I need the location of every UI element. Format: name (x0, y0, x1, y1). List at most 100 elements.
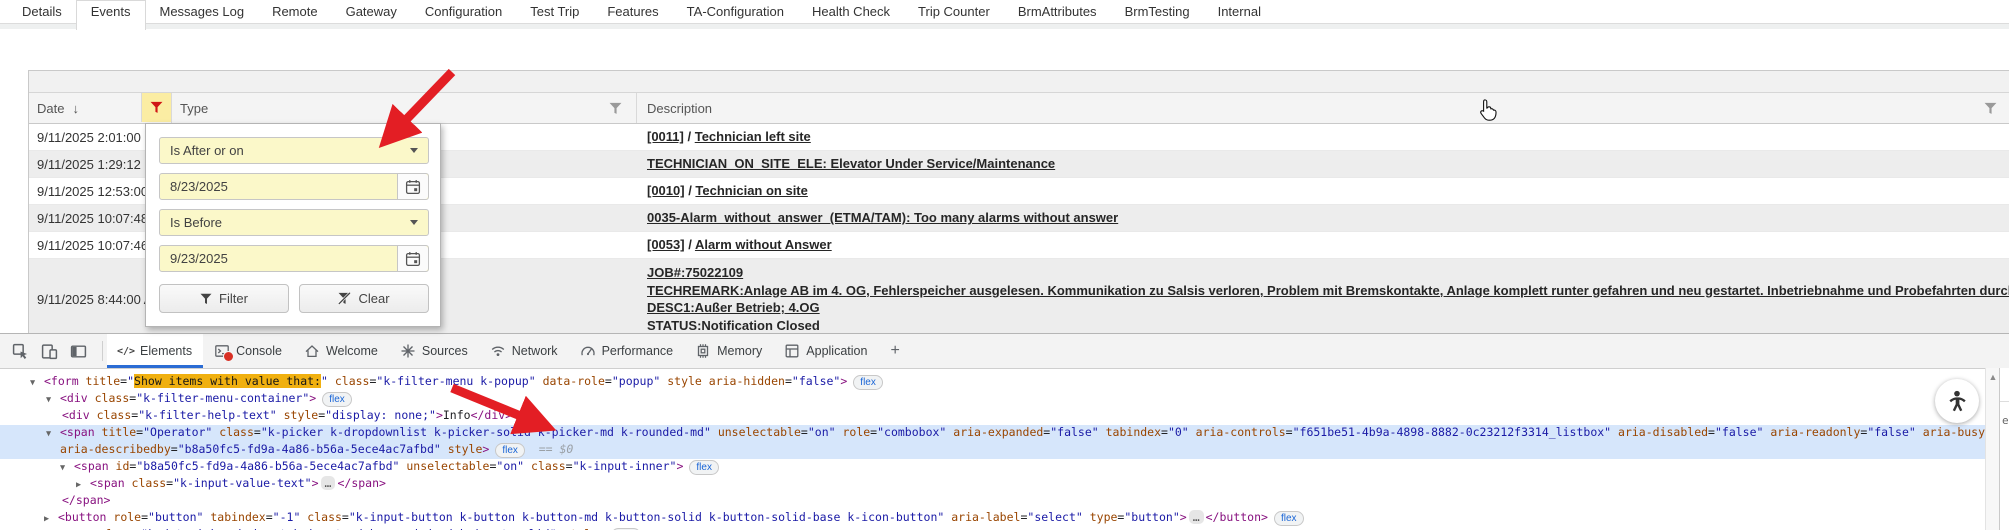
accessibility-overlay-button[interactable] (1935, 379, 1979, 423)
code-token: = (1161, 425, 1168, 439)
code-token: aria-disabled (1611, 425, 1708, 439)
code-token: = (785, 374, 792, 388)
code-token: Show items with value that: (134, 374, 321, 388)
flex-badge[interactable]: flex (322, 392, 352, 407)
devtools-tab-performance[interactable]: Performance (569, 334, 685, 368)
expand-arrow-icon[interactable]: ▼ (46, 395, 60, 405)
column-header-description[interactable]: Description (637, 93, 2009, 123)
description-link[interactable]: TECHREMARK:Anlage AB im 4. OG, Fehlerspe… (647, 283, 2009, 298)
code-token: > (312, 476, 319, 490)
devtools-tab-memory[interactable]: Memory (684, 334, 773, 368)
description-link[interactable]: TECHNICIAN ON SITE ELE: Elevator Under S… (647, 156, 1055, 171)
tab-configuration[interactable]: Configuration (411, 0, 516, 23)
date-filter-button[interactable] (141, 93, 171, 122)
code-token: aria-describedby (60, 442, 171, 456)
devtools-tab-application[interactable]: Application (773, 334, 878, 368)
tab-test-trip[interactable]: Test Trip (516, 0, 593, 23)
code-line[interactable]: </span> (0, 493, 1986, 510)
devtools-scrollbar[interactable]: ▲ (1985, 368, 2000, 530)
expand-arrow-icon[interactable]: ▶ (76, 480, 90, 490)
tab-remote[interactable]: Remote (258, 0, 332, 23)
type-column-label: Type (180, 101, 208, 116)
scroll-up-icon[interactable]: ▲ (1989, 372, 1998, 530)
dock-side-icon[interactable] (68, 341, 88, 361)
tab-messages-log[interactable]: Messages Log (146, 0, 259, 23)
description-line: [0053] / Alarm without Answer (647, 236, 2009, 254)
flex-badge[interactable]: flex (1274, 511, 1304, 526)
code-token: class (300, 510, 342, 524)
tab-health-check[interactable]: Health Check (798, 0, 904, 23)
calendar-icon (405, 179, 421, 195)
calendar-icon (405, 251, 421, 267)
description-link[interactable]: Technician left site (695, 129, 811, 144)
expand-arrow-icon[interactable]: ▼ (60, 463, 74, 473)
funnel-clear-icon (338, 292, 351, 305)
code-line[interactable]: ▶<span class="k-input-value-text">…</spa… (0, 476, 1986, 493)
devtools-tab-network[interactable]: Network (479, 334, 569, 368)
devtools-tab-welcome[interactable]: Welcome (293, 334, 389, 368)
code-line[interactable]: ▼<form title="Show items with value that… (0, 374, 1986, 391)
description-line: STATUS:Notification Closed (647, 317, 2009, 335)
tab-features[interactable]: Features (593, 0, 672, 23)
column-header-type[interactable]: Type (172, 93, 637, 123)
filter-apply-button[interactable]: Filter (159, 284, 289, 313)
code-token: "k-input-value-text" (173, 476, 311, 490)
code-line[interactable]: ▼<span id="b8a50fc5-fd9a-4a86-b56a-5ece4… (0, 459, 1986, 476)
code-token: "0" (1168, 425, 1189, 439)
description-link[interactable]: [0011] (647, 129, 684, 144)
description-link[interactable]: 0035-Alarm without answer (ETMA/TAM): To… (647, 210, 1118, 225)
expand-arrow-icon[interactable]: ▶ (44, 514, 58, 524)
tab-trip-counter[interactable]: Trip Counter (904, 0, 1004, 23)
devtools-tab-sources[interactable]: Sources (389, 334, 479, 368)
description-filter-button[interactable] (1976, 94, 2005, 123)
inspect-element-icon[interactable] (10, 341, 30, 361)
calendar-button[interactable] (397, 174, 428, 199)
filter-date-2-input[interactable]: 9/23/2025 (159, 245, 429, 272)
collapsed-content-icon[interactable]: … (321, 476, 336, 490)
type-filter-button[interactable] (601, 94, 630, 123)
expand-arrow-icon[interactable]: ▼ (46, 429, 60, 439)
devtools-tab-label: Console (236, 344, 282, 358)
app-tab-bar: DetailsEventsMessages LogRemoteGatewayCo… (0, 0, 2009, 24)
description-link[interactable]: Alarm without Answer (695, 237, 832, 252)
description-link[interactable]: Technician on site (695, 183, 807, 198)
tab-internal[interactable]: Internal (1204, 0, 1275, 23)
tab-details[interactable]: Details (8, 0, 76, 23)
collapsed-content-icon[interactable]: … (1189, 510, 1204, 524)
description-link[interactable]: [0053] (647, 237, 685, 252)
devtools-tab-elements[interactable]: </>Elements (107, 334, 203, 368)
description-link[interactable]: JOB#:75022109 (647, 265, 743, 280)
description-link[interactable]: [0010] (647, 183, 685, 198)
column-header-date[interactable]: Date ↓ (29, 93, 172, 123)
code-token: style (441, 442, 483, 456)
tab-ta-configuration[interactable]: TA-Configuration (673, 0, 798, 23)
devtools-tab-console[interactable]: Console (203, 334, 293, 368)
code-token: "k-filter-help-text" (138, 408, 276, 422)
code-token: "on" (808, 425, 836, 439)
add-devtools-tab-button[interactable]: + (878, 334, 911, 368)
code-line[interactable]: ▶<button role="button" tabindex="-1" cla… (0, 510, 1986, 527)
flex-badge[interactable]: flex (495, 443, 525, 458)
filter-operator-2-dropdown[interactable]: Is Before (159, 209, 429, 236)
code-line[interactable]: ▼<div class="k-filter-menu-container">fl… (0, 391, 1986, 408)
tab-brmattributes[interactable]: BrmAttributes (1004, 0, 1111, 23)
filter-clear-button[interactable]: Clear (299, 284, 429, 313)
code-line[interactable]: <div class="k-filter-help-text" style="d… (0, 408, 1986, 425)
tab-brmtesting[interactable]: BrmTesting (1111, 0, 1204, 23)
filter-date-1-input[interactable]: 8/23/2025 (159, 173, 429, 200)
filter-operator-1-dropdown[interactable]: Is After or on (159, 137, 429, 164)
code-token: role (106, 510, 141, 524)
flex-badge[interactable]: flex (853, 375, 883, 390)
description-link[interactable]: DESC1:Außer Betrieb; 4.OG (647, 300, 820, 315)
tab-events[interactable]: Events (76, 0, 146, 30)
description-text: / (685, 183, 696, 198)
code-line-selected[interactable]: ▼<span title="Operator" class="k-picker … (0, 425, 1986, 442)
code-line-selected[interactable]: aria-describedby="b8a50fc5-fd9a-4a86-b56… (0, 442, 1986, 459)
flex-badge[interactable]: flex (689, 460, 719, 475)
expand-arrow-icon[interactable]: ▼ (30, 378, 44, 388)
tab-gateway[interactable]: Gateway (332, 0, 411, 23)
device-toolbar-icon[interactable] (39, 341, 59, 361)
calendar-button[interactable] (397, 246, 428, 271)
code-token: " (321, 374, 328, 388)
date-filter-popup: Is After or on 8/23/2025 Is Before 9/23/… (145, 123, 441, 327)
